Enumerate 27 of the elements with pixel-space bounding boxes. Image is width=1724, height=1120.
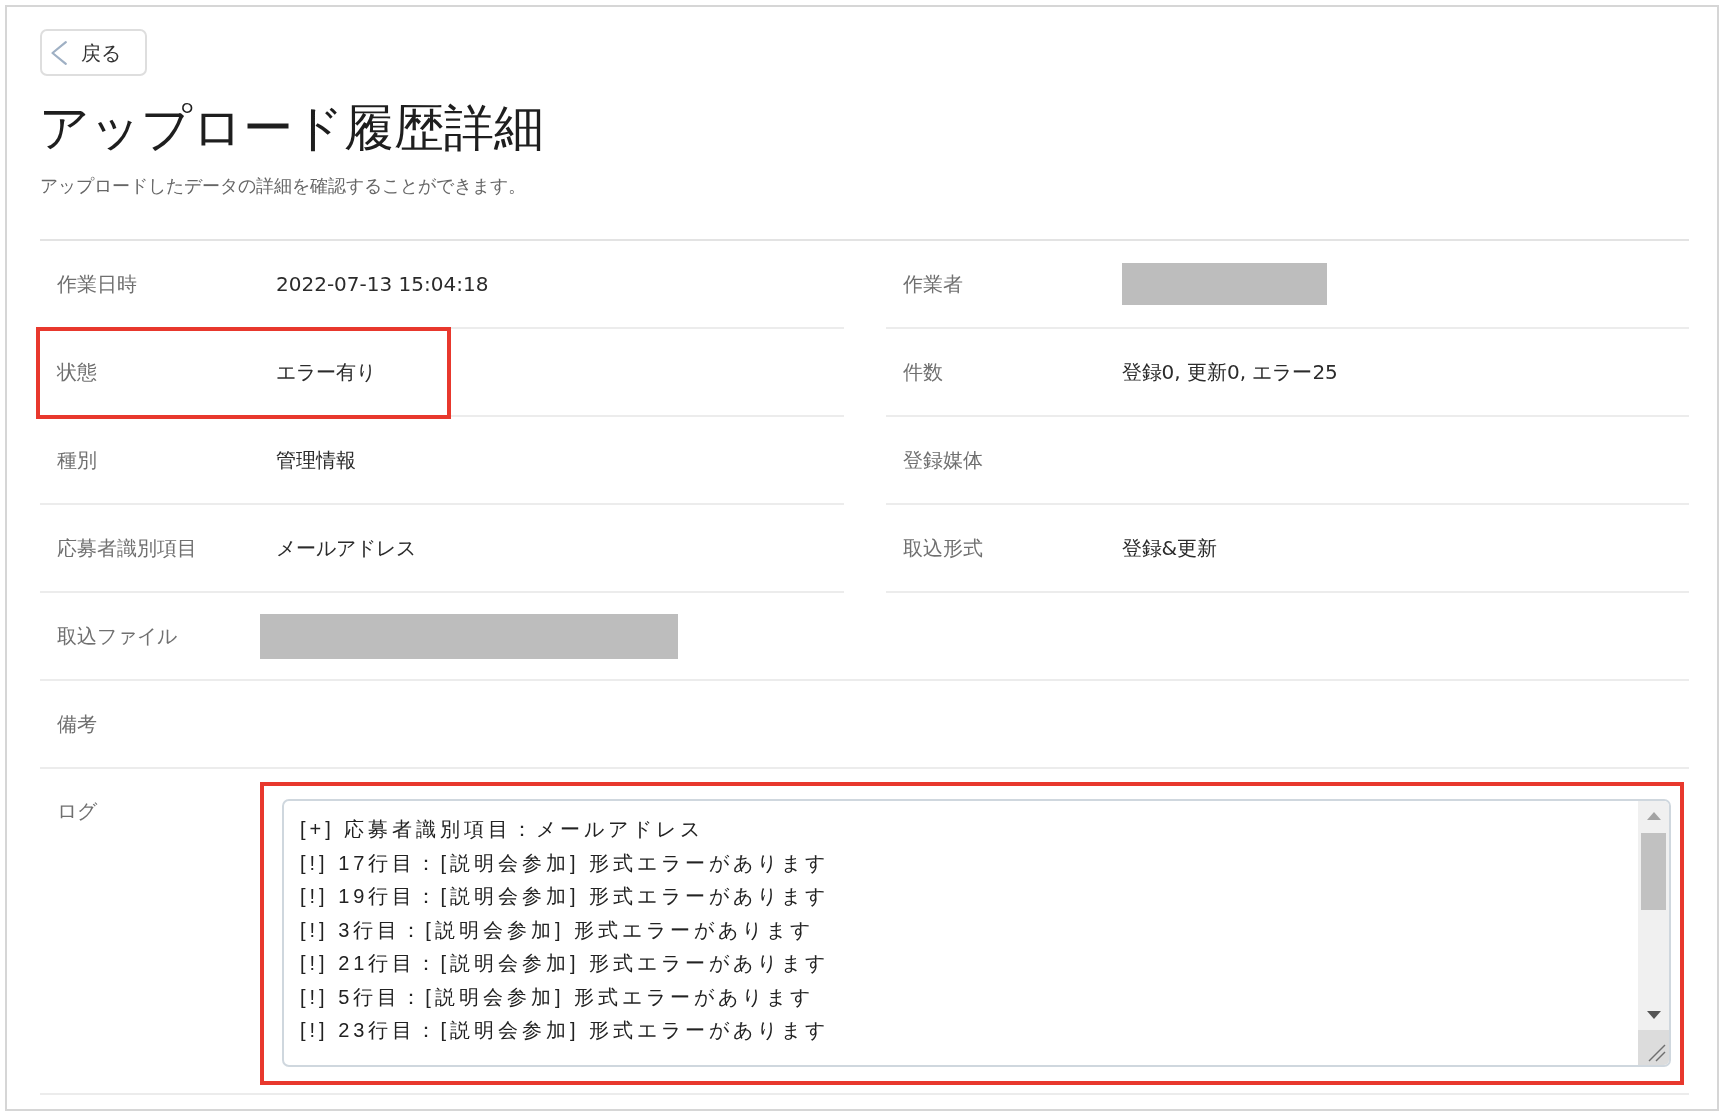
field-label: 登録媒体 [901,447,984,474]
field-value: メールアドレス [276,535,416,562]
field-value: エラー有り [276,359,376,386]
back-button[interactable]: 戻る [40,29,147,76]
field-label: 取込形式 [901,535,984,562]
resize-grip-icon[interactable] [1648,1044,1666,1062]
field-value: 登録0, 更新0, エラー25 [1121,359,1338,386]
scroll-down-arrow-icon[interactable] [1646,1011,1661,1019]
log-textarea[interactable]: [+] 応募者識別項目：メールアドレス [!] 17行目：[説明会参加] 形式エラーがあります [!] 19行目：[説明会参加] 形式エラーがあります [!] 3行目：[説明会参加] 形式エラーがあります [!] 21行目：[説明会参加] 形式エラーがあります [!] 5行目：[説明会参加] 形式エラーがあります [!] 23行目：[説明会参加] 形式エラーがあります [282,799,1671,1067]
field-label: 件数 [901,359,944,386]
chevron-left-icon [51,40,67,65]
scroll-up-arrow-icon[interactable] [1646,812,1661,820]
field-label: 作業者 [901,271,964,298]
page-title: アップロード履歴詳細 [39,98,545,158]
field-label: 応募者識別項目 [56,535,198,562]
field-label: 状態 [56,359,98,386]
field-label: ログ [56,798,98,825]
field-value: 管理情報 [276,447,356,474]
field-value: 登録&更新 [1121,535,1218,562]
page-subtitle: アップロードしたデータの詳細を確認することができます。 [40,174,527,198]
field-label: 作業日時 [56,271,138,298]
field-label: 備考 [56,711,98,738]
scrollbar-thumb[interactable] [1641,833,1666,910]
field-label: 種別 [56,447,98,474]
field-label: 取込ファイル [56,623,178,650]
field-value: 2022-07-13 15:04:18 [276,271,489,298]
scrollbar[interactable] [1638,801,1669,1065]
